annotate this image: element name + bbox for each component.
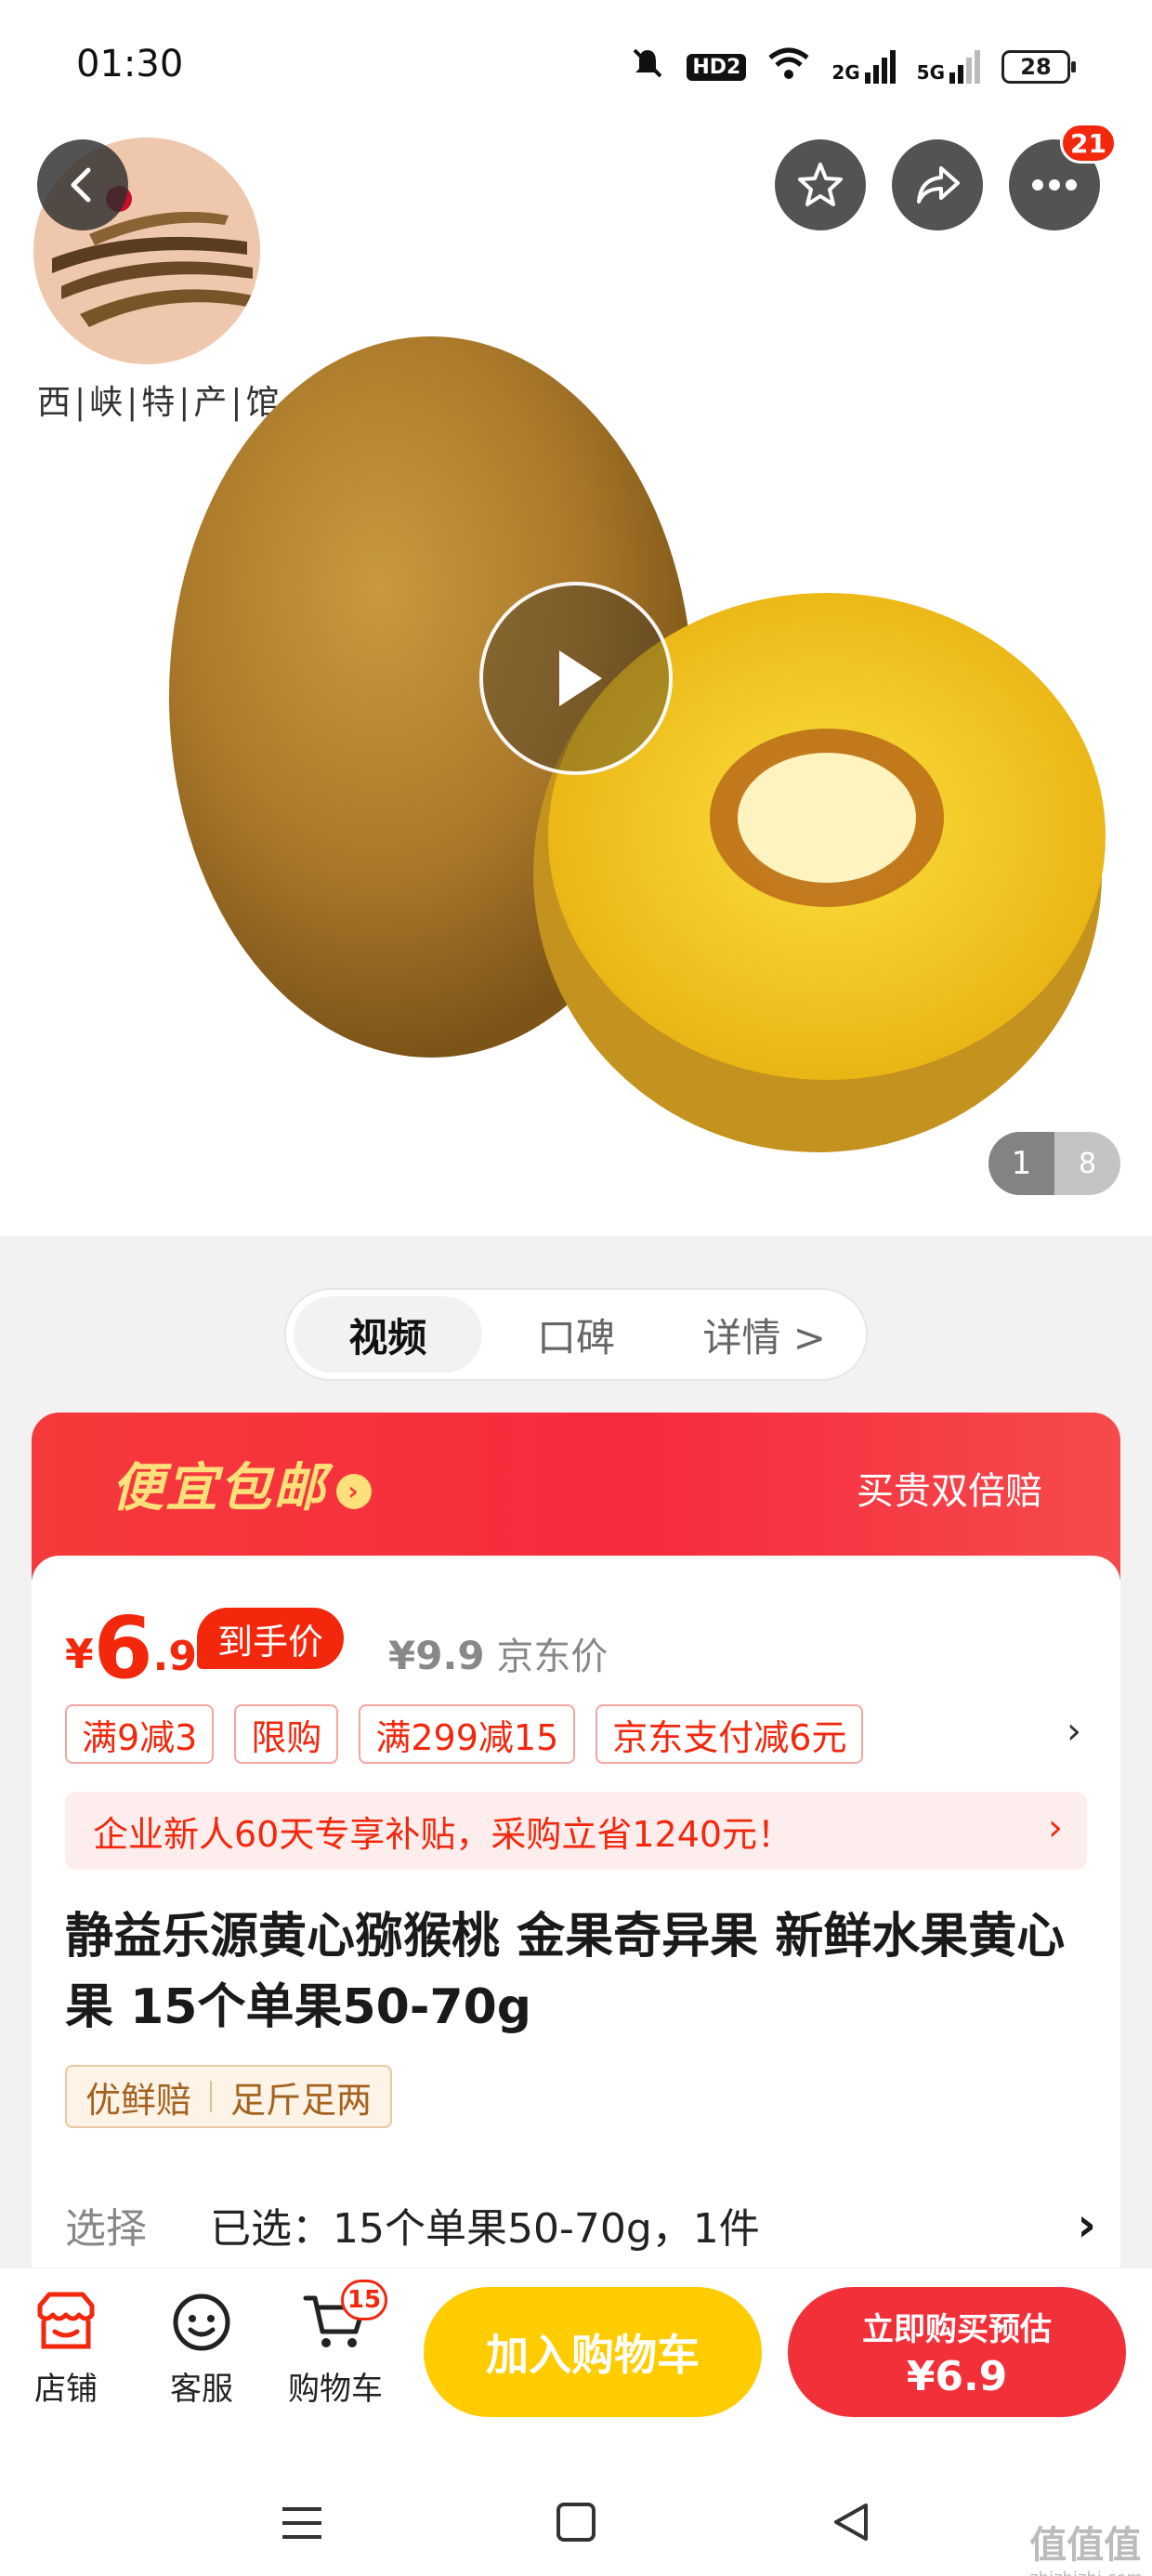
subsidy-chevron-icon: ›: [1048, 1807, 1063, 1849]
status-time: 01:30: [76, 43, 184, 85]
price-decimal: .9: [152, 1633, 197, 1680]
price-integer: 6: [93, 1598, 153, 1698]
customer-service-icon: [166, 2287, 237, 2358]
home-icon[interactable]: [556, 2502, 596, 2546]
subsidy-text: 企业新人60天专享补贴，采购立省1240元！: [93, 1813, 793, 1855]
buy-now-price: ¥6.9: [906, 2353, 1008, 2400]
wifi-icon: [766, 45, 811, 89]
more-icon: [1032, 179, 1077, 191]
promo-title: 便宜包邮 ›: [111, 1446, 372, 1521]
net1-label: 2G: [831, 61, 860, 84]
coupon-tag[interactable]: 京东支付减6元: [596, 1704, 864, 1764]
double-refund-label: 买贵双倍赔: [857, 1470, 1042, 1513]
product-info-card: ¥ 6 .9 到手价 ¥9.9 京东价 满9减3 限购 满299减15 京东支付…: [32, 1556, 1120, 2280]
signal-2g-icon: 2G: [831, 50, 896, 84]
promo-banner[interactable]: 便宜包邮 › 买贵双倍赔: [32, 1413, 1120, 1580]
favorite-button[interactable]: [775, 139, 866, 230]
status-bar: 01:30 HD2 2G 5G 28: [0, 0, 1152, 130]
hd-icon: HD2: [687, 53, 747, 81]
mute-icon: [629, 45, 666, 89]
pager-current: 1: [988, 1132, 1054, 1195]
system-nav-bar: [0, 2459, 1152, 2576]
star-icon: [798, 163, 843, 206]
battery-indicator: 28: [1001, 50, 1076, 84]
bottom-action-bar: 店铺 客服 15 购物车 加入购物车 立即购买预估 ¥6.9: [0, 2267, 1152, 2459]
coupon-chevron-icon[interactable]: ›: [1067, 1710, 1081, 1753]
service-label: 客服: [170, 2371, 233, 2408]
product-title: 静益乐源黄心猕猴桃 金果奇异果 新鲜水果黄心果 15个单果50-70g: [65, 1909, 1066, 2035]
cart-count-badge: 15: [341, 2280, 387, 2320]
coupon-tag[interactable]: 满299减15: [359, 1704, 576, 1764]
tab-video[interactable]: 视频: [294, 1296, 482, 1373]
chevron-right-icon: ›: [336, 1473, 372, 1509]
shop-button[interactable]: 店铺: [6, 2287, 126, 2409]
signal-5g-icon: 5G: [917, 50, 981, 84]
menu-icon[interactable]: [281, 2502, 323, 2548]
coupon-tags[interactable]: 满9减3 限购 满299减15 京东支付减6元: [65, 1704, 864, 1764]
coupon-tag[interactable]: 满9减3: [65, 1704, 215, 1764]
pager-total: 8: [1078, 1147, 1097, 1180]
watermark: 值值值 zhizhizhi.com: [1029, 2515, 1143, 2576]
subsidy-banner[interactable]: 企业新人60天专享补贴，采购立省1240元！ ›: [65, 1792, 1087, 1870]
chevron-left-icon: [71, 167, 91, 203]
tab-details[interactable]: 详情 >: [670, 1296, 858, 1373]
chevron-right-icon: ›: [1077, 2198, 1096, 2252]
select-label: 选择: [65, 2205, 147, 2253]
cart-button[interactable]: 15 购物车: [275, 2280, 396, 2409]
shop-label: 店铺: [34, 2371, 98, 2408]
add-to-cart-button[interactable]: 加入购物车: [424, 2287, 762, 2417]
share-button[interactable]: [892, 139, 983, 230]
buy-now-label: 立即购买预估: [862, 2311, 1052, 2348]
media-tabs: 视频 口碑 详情 >: [284, 1288, 868, 1381]
more-button[interactable]: 21: [1009, 123, 1117, 230]
back-button[interactable]: [37, 139, 128, 230]
watermark-main: 值值值: [1029, 2524, 1142, 2567]
image-pager: 1 8: [988, 1132, 1120, 1195]
share-icon: [917, 166, 960, 204]
shop-icon: [31, 2287, 101, 2358]
cart-icon: 15: [300, 2280, 387, 2358]
watermark-sub: zhizhizhi.com: [1029, 2569, 1143, 2576]
service-features[interactable]: 优鲜赔 足斤足两: [65, 2065, 393, 2128]
buy-now-button[interactable]: 立即购买预估 ¥6.9: [788, 2287, 1126, 2417]
message-badge: 21: [1060, 123, 1117, 164]
play-video-button[interactable]: [479, 582, 673, 775]
feature-full-weight: 足斤足两: [230, 2079, 373, 2121]
tab-reviews[interactable]: 口碑: [482, 1296, 671, 1373]
back-triangle-icon[interactable]: [831, 2502, 871, 2546]
select-value: 已选：15个单果50-70g，1件: [210, 2205, 760, 2253]
cart-label: 购物车: [288, 2371, 383, 2408]
price-currency: ¥: [65, 1631, 94, 1678]
final-price: ¥ 6 .9: [65, 1606, 197, 1691]
jd-price: ¥9.9 京东价: [388, 1633, 609, 1678]
final-price-tag: 到手价: [197, 1608, 345, 1669]
feature-fresh-guarantee: 优鲜赔: [85, 2079, 192, 2121]
spec-selector[interactable]: 选择 已选：15个单果50-70g，1件 ›: [65, 2195, 1096, 2254]
customer-service-button[interactable]: 客服: [141, 2287, 262, 2409]
net2-label: 5G: [916, 61, 945, 84]
coupon-tag[interactable]: 限购: [234, 1704, 339, 1764]
